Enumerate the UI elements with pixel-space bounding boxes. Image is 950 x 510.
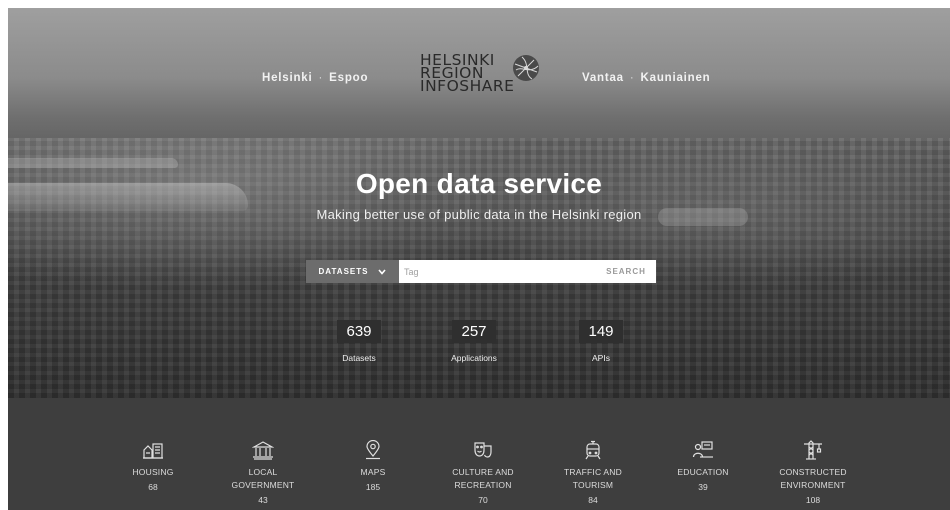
crane-icon [804,440,822,460]
search-button[interactable]: SEARCH [596,260,656,283]
category-label: TRAFFIC AND [564,467,622,477]
stat-value: 257 [452,320,496,343]
category-count: 185 [365,482,381,492]
category-count: 68 [148,482,158,492]
nav-link-vantaa[interactable]: Vantaa [582,72,624,84]
search-bar: DATASETS SEARCH [306,260,656,283]
map-pin-icon [366,440,380,460]
water-decoration [8,158,178,168]
category-count: 43 [258,495,268,505]
nav-link-espoo[interactable]: Espoo [329,72,368,84]
logo-globe-icon [513,55,539,81]
nav-link-kauniainen[interactable]: Kauniainen [641,72,711,84]
category-count: 84 [588,495,598,505]
category-traffic-tourism[interactable]: TRAFFIC AND TOURISM 84 [538,440,648,507]
category-education[interactable]: EDUCATION 39 [648,440,758,494]
education-icon [692,441,713,458]
stat-apis[interactable]: 149 APIs [546,320,656,363]
search-field: SEARCH [399,260,656,283]
nav-link-helsinki[interactable]: Helsinki [262,72,313,84]
stat-value: 149 [579,320,623,343]
page-frame: Helsinki · Espoo HELSINKI REGION INFOSHARE… [8,8,950,510]
category-label: HOUSING [132,467,174,477]
category-count: 108 [805,495,821,505]
category-label: GOVERNMENT [231,480,295,490]
search-type-dropdown[interactable]: DATASETS [306,260,399,283]
category-label: EDUCATION [677,467,729,477]
site-logo[interactable]: HELSINKI REGION INFOSHARE [420,52,544,106]
page-title: Open data service [355,168,603,199]
dropdown-label: DATASETS [318,267,369,276]
nav-left: Helsinki · Espoo [262,72,368,84]
stat-label: Datasets [342,353,376,363]
category-count: 70 [478,495,488,505]
hero-section: Helsinki · Espoo HELSINKI REGION INFOSHARE… [8,8,950,398]
category-count: 39 [698,482,708,492]
category-label: TOURISM [572,480,614,490]
category-label: CONSTRUCTED [779,467,847,477]
logo-line: INFOSHARE [420,77,515,95]
category-label: MAPS [360,467,386,477]
category-bar: HOUSING 68 LOCAL GOVERNMENT 43 MAPS 185 … [8,398,950,510]
category-culture-recreation[interactable]: CULTURE AND RECREATION 70 [428,440,538,507]
nav-separator: · [629,72,635,84]
search-input[interactable] [399,260,596,283]
stat-datasets[interactable]: 639 Datasets [304,320,414,363]
category-local-government[interactable]: LOCAL GOVERNMENT 43 [208,440,318,507]
logo-text: HELSINKI REGION INFOSHARE [420,52,515,95]
housing-icon [143,443,163,459]
chevron-down-icon [378,268,387,275]
stat-label: APIs [592,353,610,363]
nav-separator: · [318,72,324,84]
category-label: LOCAL [248,467,278,477]
nav-right: Vantaa · Kauniainen [582,72,711,84]
tram-icon [585,440,601,460]
category-maps[interactable]: MAPS 185 [318,440,428,494]
stat-label: Applications [451,353,497,363]
government-icon [252,441,274,460]
category-constructed-environment[interactable]: CONSTRUCTED ENVIRONMENT 108 [758,440,868,507]
theater-masks-icon [474,442,492,458]
category-housing[interactable]: HOUSING 68 [98,440,208,494]
category-label: ENVIRONMENT [780,480,846,490]
page-subtitle: Making better use of public data in the … [316,207,642,222]
category-label: RECREATION [454,480,512,490]
category-label: CULTURE AND [452,467,514,477]
stat-value: 639 [337,320,381,343]
stat-applications[interactable]: 257 Applications [419,320,529,363]
